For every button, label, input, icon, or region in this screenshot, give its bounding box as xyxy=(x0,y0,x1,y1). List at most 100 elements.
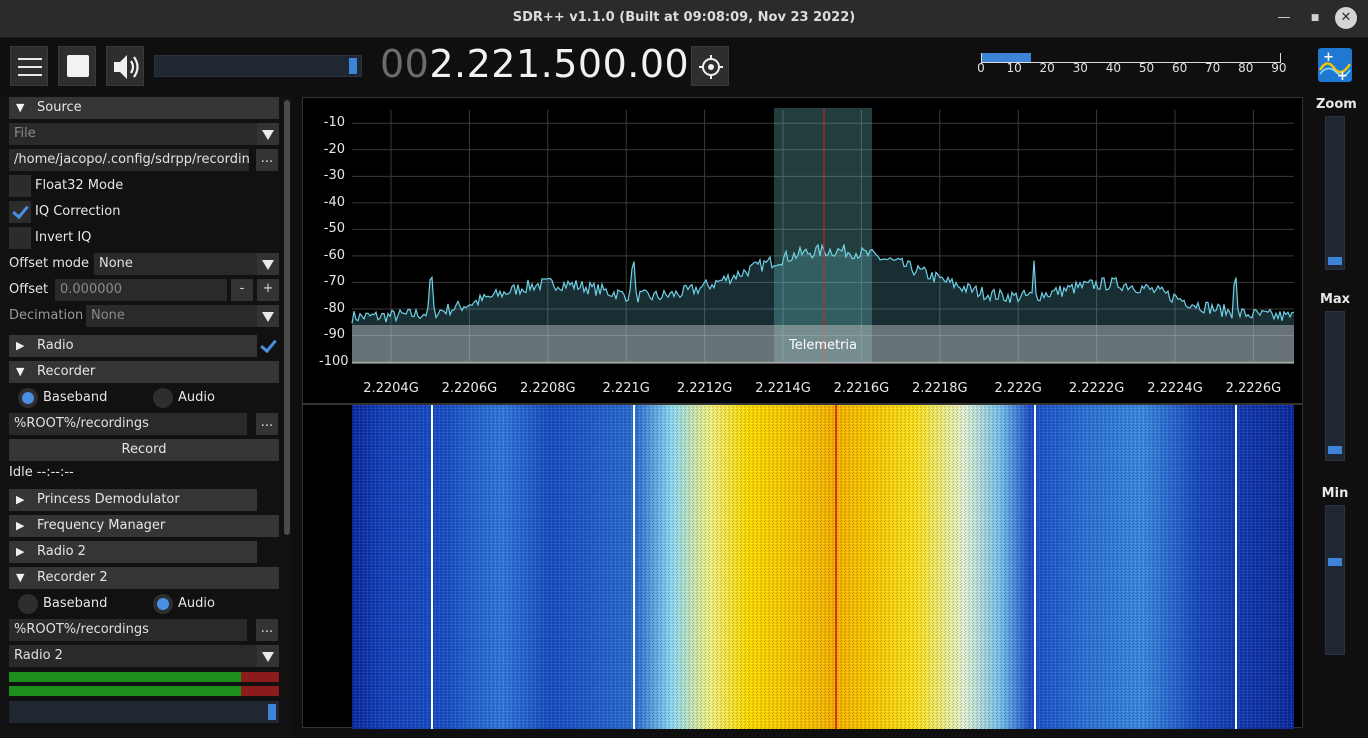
iq-correction-checkbox[interactable] xyxy=(9,201,31,223)
spectrum-y-tick: -30 xyxy=(323,168,345,184)
chevron-down-icon[interactable] xyxy=(257,645,279,667)
spectrum-x-tick: 2.222G xyxy=(994,381,1042,396)
frequency-leading-digits[interactable]: 00 xyxy=(380,42,429,86)
menu-button[interactable] xyxy=(10,46,48,86)
recorder-baseband-label: Baseband xyxy=(43,390,108,405)
spectrum-x-tick: 2.2224G xyxy=(1147,381,1203,396)
sdrpp-window: SDR++ v1.1.0 (Built at 09:08:09, Nov 23 … xyxy=(0,0,1368,738)
mute-button[interactable] xyxy=(106,46,144,86)
source-browse-button[interactable]: ... xyxy=(256,149,278,171)
close-icon[interactable]: ✕ xyxy=(1335,7,1357,29)
snr-tick-label: 0 xyxy=(977,61,985,75)
recorder-baseband-radio[interactable] xyxy=(18,388,38,408)
spectrum-y-tick: -80 xyxy=(323,300,345,316)
recorder2-header-label: Recorder 2 xyxy=(37,570,108,585)
invert-iq-checkbox[interactable] xyxy=(9,227,31,249)
min-slider-grab[interactable] xyxy=(1328,558,1342,566)
min-slider[interactable] xyxy=(1325,505,1345,655)
waterfall-image[interactable] xyxy=(303,405,1304,729)
offset-mode-select[interactable]: None xyxy=(94,253,279,275)
offset-input[interactable]: 0.000000 xyxy=(55,279,227,301)
max-slider[interactable] xyxy=(1325,311,1345,461)
recorder-header[interactable]: ▼ Recorder xyxy=(9,361,279,383)
spectrum-plot[interactable]: Telemetria xyxy=(303,98,1304,405)
chevron-down-icon[interactable] xyxy=(257,123,279,145)
side-menu-scrollbar[interactable] xyxy=(284,100,290,535)
recorder-audio-radio[interactable] xyxy=(153,388,173,408)
offset-plus-button[interactable]: + xyxy=(257,279,279,301)
volume-slider[interactable] xyxy=(154,55,362,77)
recorder2-audio-label: Audio xyxy=(178,596,215,611)
recorder-browse-button[interactable]: ... xyxy=(256,413,278,435)
radio2-header[interactable]: ▶ Radio 2 xyxy=(9,541,257,563)
iq-correction-label: IQ Correction xyxy=(35,204,121,219)
recorder2-stream-select[interactable]: Radio 2 xyxy=(9,645,279,667)
frequency-manager-header[interactable]: ▶ Frequency Manager xyxy=(9,515,279,537)
invert-iq-label: Invert IQ xyxy=(35,230,92,245)
recorder2-stream-value: Radio 2 xyxy=(14,648,63,663)
svg-text:+: + xyxy=(1323,50,1334,65)
princess-demodulator-header[interactable]: ▶ Princess Demodulator xyxy=(9,489,257,511)
recorder2-volume-slider[interactable] xyxy=(9,701,279,723)
spectrum-x-tick: 2.2204G xyxy=(363,381,419,396)
source-file-path[interactable]: /home/jacopo/.config/sdrpp/recordings/ xyxy=(9,149,249,171)
minimize-icon[interactable]: — xyxy=(1274,8,1294,28)
expand-arrow-icon: ▶ xyxy=(16,545,25,558)
collapse-arrow-icon: ▼ xyxy=(16,101,25,114)
recorder-header-label: Recorder xyxy=(37,364,96,379)
sdrpp-logo-icon: + + xyxy=(1318,48,1352,82)
spectrum-x-tick: 2.221G xyxy=(602,381,650,396)
spectrum-x-tick: 2.2216G xyxy=(833,381,890,396)
snr-tick-label: 80 xyxy=(1238,61,1254,75)
chevron-down-icon[interactable] xyxy=(257,253,279,275)
recorder2-audio-radio[interactable] xyxy=(153,594,173,614)
spectrum-x-tick: 2.2206G xyxy=(441,381,498,396)
spectrum-x-tick: 2.2222G xyxy=(1068,381,1125,396)
recorder2-browse-button[interactable]: ... xyxy=(256,619,278,641)
snr-tick-label: 20 xyxy=(1039,61,1055,75)
decimation-label: Decimation xyxy=(9,308,84,323)
waterfall-view[interactable] xyxy=(302,404,1304,729)
speaker-icon xyxy=(114,55,139,79)
frequency-display[interactable]: 002.221.500.000 xyxy=(380,42,714,90)
recorder-path-input[interactable]: %ROOT%/recordings xyxy=(9,413,247,435)
frequency-digits[interactable]: 2.221.500.000 xyxy=(429,42,714,86)
decimation-value: None xyxy=(91,308,125,323)
recorder2-baseband-label: Baseband xyxy=(43,596,108,611)
spectrum-x-tick: 2.2218G xyxy=(912,381,968,396)
audio-meter-right xyxy=(9,686,279,696)
center-tuning-button[interactable] xyxy=(691,46,729,86)
vfo-passband xyxy=(774,108,872,362)
spectrum-y-tick: -20 xyxy=(323,141,345,157)
recorder2-path-input[interactable]: %ROOT%/recordings xyxy=(9,619,247,641)
spectrum-view[interactable]: Telemetria -10 -20 -30 -40 -50 -60 -70 -80 -90 -1… xyxy=(302,97,1303,404)
princess-demodulator-label: Princess Demodulator xyxy=(37,492,180,507)
record-button[interactable]: Record xyxy=(9,439,279,461)
recorder-audio-label: Audio xyxy=(178,390,215,405)
radio-enabled-checkbox[interactable] xyxy=(257,335,279,357)
float32-checkbox[interactable] xyxy=(9,175,31,197)
stop-button[interactable] xyxy=(58,46,96,86)
decimation-select[interactable]: None xyxy=(86,305,279,327)
window-title: SDR++ v1.1.0 (Built at 09:08:09, Nov 23 … xyxy=(512,10,856,25)
radio-header[interactable]: ▶ Radio xyxy=(9,335,257,357)
recorder-status: Idle --:--:-- xyxy=(9,465,74,480)
expand-arrow-icon: ▶ xyxy=(16,519,25,532)
audio-meter-left xyxy=(9,672,279,682)
title-bar: SDR++ v1.1.0 (Built at 09:08:09, Nov 23 … xyxy=(0,0,1368,38)
zoom-slider[interactable] xyxy=(1325,116,1345,270)
chevron-down-icon[interactable] xyxy=(257,305,279,327)
source-header[interactable]: ▼ Source xyxy=(9,97,279,119)
recorder2-header[interactable]: ▼ Recorder 2 xyxy=(9,567,279,589)
max-slider-grab[interactable] xyxy=(1328,446,1342,454)
source-type-select[interactable]: File xyxy=(9,123,279,145)
source-type-value: File xyxy=(14,126,36,141)
stop-icon xyxy=(67,55,89,77)
offset-minus-button[interactable]: - xyxy=(231,279,253,301)
volume-slider-grab[interactable] xyxy=(349,58,357,74)
zoom-slider-grab[interactable] xyxy=(1328,257,1342,265)
recorder2-volume-grab[interactable] xyxy=(268,704,276,720)
recorder2-baseband-radio[interactable] xyxy=(18,594,38,614)
maximize-icon[interactable]: ■ xyxy=(1305,8,1325,28)
snr-tick-label: 70 xyxy=(1205,61,1221,75)
